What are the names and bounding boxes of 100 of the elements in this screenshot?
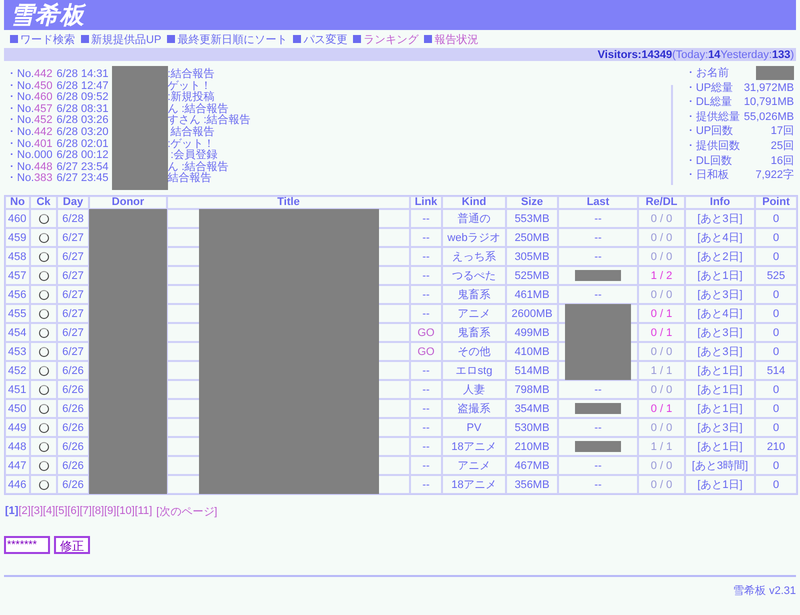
page-link[interactable]: [3] <box>30 505 43 517</box>
post-label: ・No. <box>6 104 34 115</box>
post-number-link[interactable]: 383 <box>34 173 52 185</box>
post-time: 6/28 00:12 <box>56 150 108 162</box>
table-cell: 458 <box>5 247 30 266</box>
radio-button[interactable] <box>38 460 48 471</box>
post-number-link[interactable]: 460 <box>34 92 52 104</box>
menu-link[interactable]: パス変更 <box>303 32 348 46</box>
post-label: ・No. <box>6 69 34 81</box>
table-cell: 454 <box>5 323 30 342</box>
column-header: Title <box>167 196 410 209</box>
post-number-link[interactable]: 448 <box>34 162 52 174</box>
table-cell: 525 <box>755 266 797 285</box>
table-cell: 18アニメ <box>442 475 506 494</box>
page-link[interactable]: [1] <box>5 505 18 517</box>
radio-button[interactable] <box>38 422 48 433</box>
menu-link[interactable]: 報告状況 <box>434 32 478 46</box>
radio-button[interactable] <box>38 480 48 490</box>
table-cell: 6/27 <box>57 247 89 266</box>
radio-button[interactable] <box>38 214 48 224</box>
table-cell: 450 <box>5 399 30 418</box>
post-number-link[interactable]: 401 <box>34 138 52 150</box>
stat-value: 17回 <box>770 124 794 139</box>
radio-button[interactable] <box>38 270 48 281</box>
table-cell: 鬼畜系 <box>442 323 506 342</box>
page-link[interactable]: [9] <box>104 505 116 517</box>
table-cell: 467MB <box>506 456 558 475</box>
table-cell: 6/27 <box>57 266 89 285</box>
table-cell: 0 / 0 <box>638 380 685 399</box>
table-cell: 6/26 <box>57 456 89 475</box>
page-link[interactable]: [11] <box>134 505 152 517</box>
radio-button[interactable] <box>38 384 48 395</box>
radio-button[interactable] <box>38 308 48 319</box>
square-icon <box>424 35 432 43</box>
table-cell: [あと1日] <box>685 475 755 494</box>
table-cell: -- <box>410 266 442 285</box>
page-link[interactable]: [8] <box>92 505 104 517</box>
table-cell: 盗撮系 <box>442 399 506 418</box>
table-cell: 448 <box>5 437 30 456</box>
password-field[interactable]: ******* <box>4 536 50 554</box>
post-time: 6/28 08:31 <box>56 104 108 115</box>
table-cell: 305MB <box>506 247 558 266</box>
menu-link[interactable]: 最終更新日順にソート <box>177 32 288 46</box>
post-time: 6/27 23:45 <box>56 173 108 185</box>
radio-button[interactable] <box>38 404 48 414</box>
post-number-link[interactable]: 457 <box>34 104 52 116</box>
table-cell: 530MB <box>506 418 558 437</box>
table-cell: -- <box>558 228 638 247</box>
radio-button[interactable] <box>38 252 48 262</box>
page-link[interactable]: [6] <box>67 505 80 517</box>
column-header: Point <box>755 196 797 209</box>
table-cell: 人妻 <box>442 380 506 399</box>
table-cell: 普通の <box>442 209 506 228</box>
next-page-link[interactable]: [次のページ] <box>156 504 218 518</box>
table-cell: [あと3日] <box>685 342 755 361</box>
table-cell: 0 / 0 <box>638 342 685 361</box>
table-cell: 459 <box>5 228 30 247</box>
page-link[interactable]: [10] <box>116 505 135 517</box>
table-cell: アニメ <box>442 304 506 323</box>
post-number-link[interactable]: 450 <box>34 80 52 92</box>
radio-button[interactable] <box>38 442 48 452</box>
post-label: ・No. <box>6 173 34 185</box>
radio-button[interactable] <box>38 328 48 338</box>
table-cell: 446 <box>5 475 30 494</box>
submit-button[interactable]: 修正 <box>54 536 90 554</box>
menu-link[interactable]: ワード検索 <box>20 32 75 46</box>
table-cell: 453 <box>5 342 30 361</box>
menu-link[interactable]: 新規提供品UP <box>91 32 162 46</box>
stat-label: ・DL総量 <box>684 95 733 110</box>
radio-button[interactable] <box>38 290 48 300</box>
table-cell: -- <box>410 418 442 437</box>
table-cell: 210 <box>755 437 797 456</box>
radio-button[interactable] <box>38 232 48 243</box>
page-link[interactable]: [4] <box>42 505 56 517</box>
table-cell: 525MB <box>506 266 558 285</box>
menu-link[interactable]: ランキング <box>363 32 418 46</box>
radio-button[interactable] <box>38 346 48 357</box>
post-number-link[interactable]: 452 <box>34 115 52 127</box>
table-cell: PV <box>442 418 506 437</box>
square-icon <box>167 35 176 43</box>
post-number-link[interactable]: 442 <box>34 69 52 81</box>
table-cell: 553MB <box>506 209 558 228</box>
table-cell: 0 <box>755 247 797 266</box>
column-header: Last <box>558 196 638 209</box>
post-label: ・No. <box>6 162 34 173</box>
table-cell: 0 / 1 <box>638 304 685 323</box>
page-link[interactable]: [5] <box>55 505 68 517</box>
post-number-link[interactable]: 442 <box>34 126 52 139</box>
post-text: 結合報告 <box>170 126 216 138</box>
table-cell: 6/26 <box>57 380 89 399</box>
table-cell: 0 <box>755 418 797 437</box>
page-link[interactable]: [2] <box>18 505 31 517</box>
table-cell: 6/26 <box>57 399 89 418</box>
table-cell: webラジオ <box>442 228 506 247</box>
table-cell: 0 / 0 <box>638 228 685 247</box>
radio-button[interactable] <box>38 366 48 376</box>
square-icon <box>353 35 362 43</box>
table-cell: -- <box>558 475 638 494</box>
page-link[interactable]: [7] <box>80 505 92 517</box>
table-cell: 449 <box>5 418 30 437</box>
